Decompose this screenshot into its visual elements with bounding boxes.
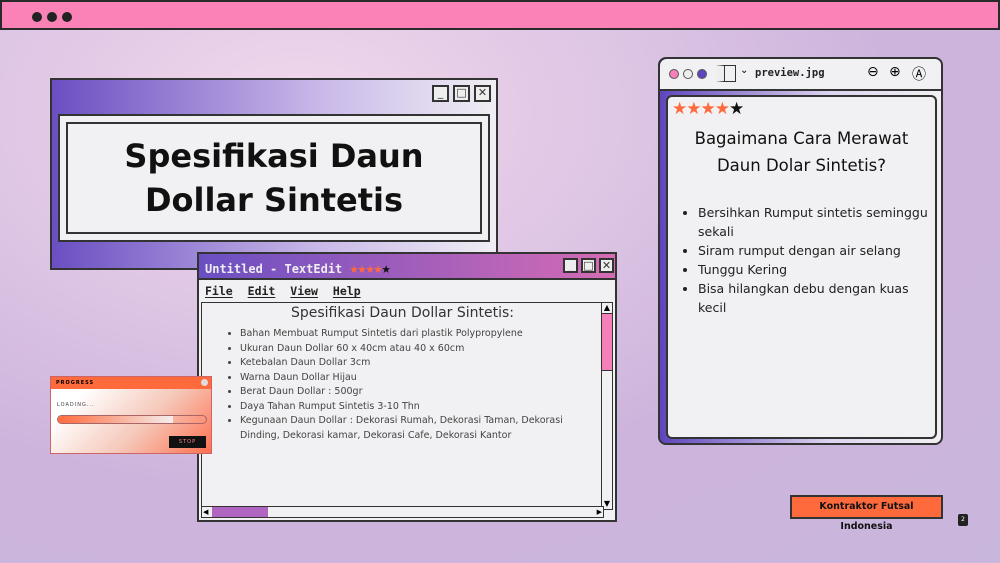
sidebar-icon[interactable]	[716, 65, 736, 82]
scroll-thumb[interactable]	[212, 507, 268, 517]
preview-heading: Bagaimana Cara Merawat Daun Dolar Sintet…	[694, 129, 909, 175]
star-rating: ★★★★★	[349, 259, 391, 277]
progress-bar	[57, 415, 207, 424]
list-item: Ukuran Daun Dollar 60 x 40cm atau 40 x 6…	[240, 342, 595, 357]
progress-fill	[58, 416, 174, 423]
doc-title: Spesifikasi Daun Dollar Sintetis:	[290, 305, 515, 321]
stop-button[interactable]: STOP	[169, 436, 206, 448]
maximize-button[interactable]: □	[453, 85, 470, 102]
brand-tag: Kontraktor Futsal Indonesia	[790, 495, 943, 532]
scroll-thumb[interactable]	[602, 313, 612, 371]
list-item: Bisa hilangkan debu dengan kuas kecil	[698, 279, 931, 317]
dot-icon	[32, 12, 42, 22]
menu-edit[interactable]: Edit	[248, 284, 276, 298]
top-bar	[0, 0, 1000, 30]
close-dot[interactable]	[669, 69, 679, 79]
list-item: Warna Daun Dollar Hijau	[240, 371, 595, 386]
page-title: Spesifikasi Daun Dollar Sintetis	[66, 122, 482, 234]
zoom-out-icon[interactable]: ⊖	[867, 64, 879, 80]
close-button[interactable]: ✕	[599, 258, 614, 273]
vertical-scrollbar[interactable]: ▲ ▼	[601, 302, 613, 510]
menu-bar: File Edit View Help	[199, 280, 615, 302]
list-item: Ketebalan Daun Dollar 3cm	[240, 356, 595, 371]
textedit-window: Untitled - TextEdit ★★★★★ _ □ ✕ File Edi…	[197, 252, 617, 522]
star-rating: ★★★★★	[672, 99, 744, 119]
menu-view[interactable]: View	[290, 284, 318, 298]
title-window: _ □ ✕ Spesifikasi Daun Dollar Sintetis	[50, 78, 498, 270]
chevron-down-icon[interactable]: ⌄	[740, 65, 748, 76]
minimize-dot[interactable]	[683, 69, 693, 79]
horizontal-scrollbar[interactable]: ◀ ▶	[201, 506, 604, 518]
progress-dialog: PROGRESS LOADING... STOP	[50, 376, 212, 454]
file-name: preview.jpg	[755, 67, 825, 79]
zoom-dot[interactable]	[697, 69, 707, 79]
page-number: 2	[958, 514, 968, 526]
menu-file[interactable]: File	[205, 284, 233, 298]
close-icon[interactable]	[201, 379, 208, 386]
minimize-button[interactable]: _	[432, 85, 449, 102]
progress-title: PROGRESS	[56, 380, 95, 386]
list-item: Daya Tahan Rumput Sintetis 3-10 Thn	[240, 400, 595, 415]
list-item: Kegunaan Daun Dollar : Dekorasi Rumah, D…	[240, 414, 595, 443]
dot-icon	[62, 12, 72, 22]
zoom-in-icon[interactable]: ⊕	[889, 64, 901, 80]
preview-window: ⌄ preview.jpg ⊖ ⊕ Ⓐ ★★★★★ Bagaimana Cara…	[658, 57, 943, 445]
document-area[interactable]: Spesifikasi Daun Dollar Sintetis: Bahan …	[201, 302, 604, 510]
list-item: Bersihkan Rumput sintetis seminggu sekal…	[698, 203, 931, 241]
close-button[interactable]: ✕	[474, 85, 491, 102]
maximize-button[interactable]: □	[581, 258, 596, 273]
list-item: Bahan Membuat Rumput Sintetis dari plast…	[240, 327, 595, 342]
markup-icon[interactable]: Ⓐ	[912, 64, 926, 84]
list-item: Berat Daun Dollar : 500gr	[240, 385, 595, 400]
dot-icon	[47, 12, 57, 22]
minimize-button[interactable]: _	[563, 258, 578, 273]
list-item: Tunggu Kering	[698, 260, 931, 279]
loading-label: LOADING...	[57, 402, 95, 408]
menu-help[interactable]: Help	[333, 284, 361, 298]
window-title: Untitled - TextEdit	[205, 262, 343, 276]
list-item: Siram rumput dengan air selang	[698, 241, 931, 260]
